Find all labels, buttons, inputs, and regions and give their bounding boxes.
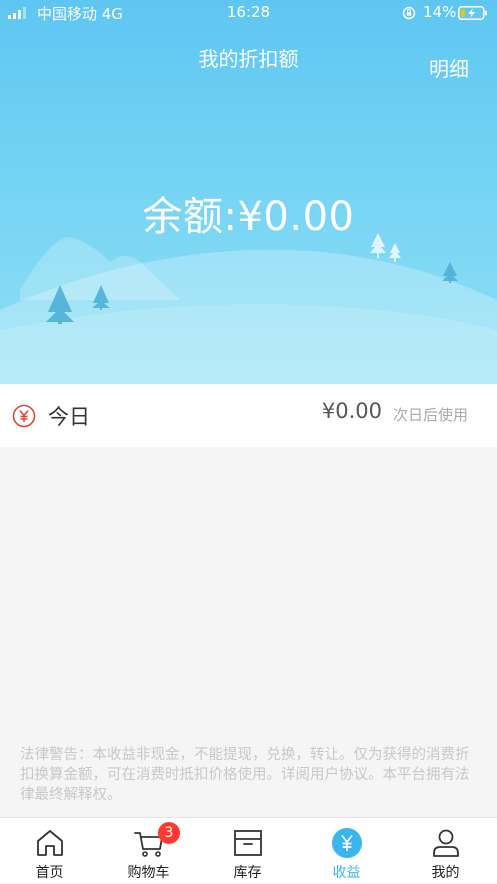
- user-icon: [432, 829, 459, 857]
- cart-badge: 3: [158, 822, 180, 844]
- balance-amount: 余额:¥0.00: [142, 194, 355, 240]
- tab-label-profile: 我的: [431, 865, 460, 881]
- today-label: 今日: [48, 405, 90, 429]
- yen-circle-icon: [331, 828, 362, 858]
- rotation-lock-icon: [402, 6, 416, 20]
- today-note: 次日后使用: [392, 406, 468, 424]
- battery-percent: 14%: [423, 3, 457, 21]
- tab-cart[interactable]: 3 购物车: [99, 818, 198, 884]
- yen-circle-icon: [12, 404, 36, 428]
- tab-label-earnings: 收益: [332, 865, 361, 881]
- page-title: 我的折扣额: [198, 47, 299, 71]
- battery-charging-icon: [458, 6, 487, 20]
- today-amount: ¥0.00: [321, 399, 382, 423]
- tab-label-home: 首页: [35, 865, 64, 881]
- tab-label-cart: 购物车: [127, 865, 170, 881]
- home-icon: [36, 830, 63, 856]
- inventory-box-icon: [233, 830, 262, 856]
- tab-profile[interactable]: 我的: [396, 818, 495, 884]
- bottom-tab-bar: 首页 3 购物车 库存 收益 我的: [0, 817, 497, 883]
- detail-button[interactable]: 明细: [429, 53, 469, 82]
- tab-inventory[interactable]: 库存: [198, 818, 297, 884]
- tab-earnings[interactable]: 收益: [297, 818, 396, 884]
- balance-hero: 中国移动 4G 16:28 14% 我的折扣额 明细 余额:¥0.00: [0, 0, 497, 384]
- tab-label-inventory: 库存: [233, 865, 262, 881]
- tab-home[interactable]: 首页: [0, 818, 99, 884]
- today-earnings-row[interactable]: 今日 ¥0.00 次日后使用: [0, 384, 497, 447]
- legal-notice: 法律警告：本收益非现金，不能提现，兑换，转让。仅为获得的消费折扣换算金额，可在消…: [20, 747, 470, 803]
- status-bar: 中国移动 4G 16:28 14%: [0, 0, 497, 26]
